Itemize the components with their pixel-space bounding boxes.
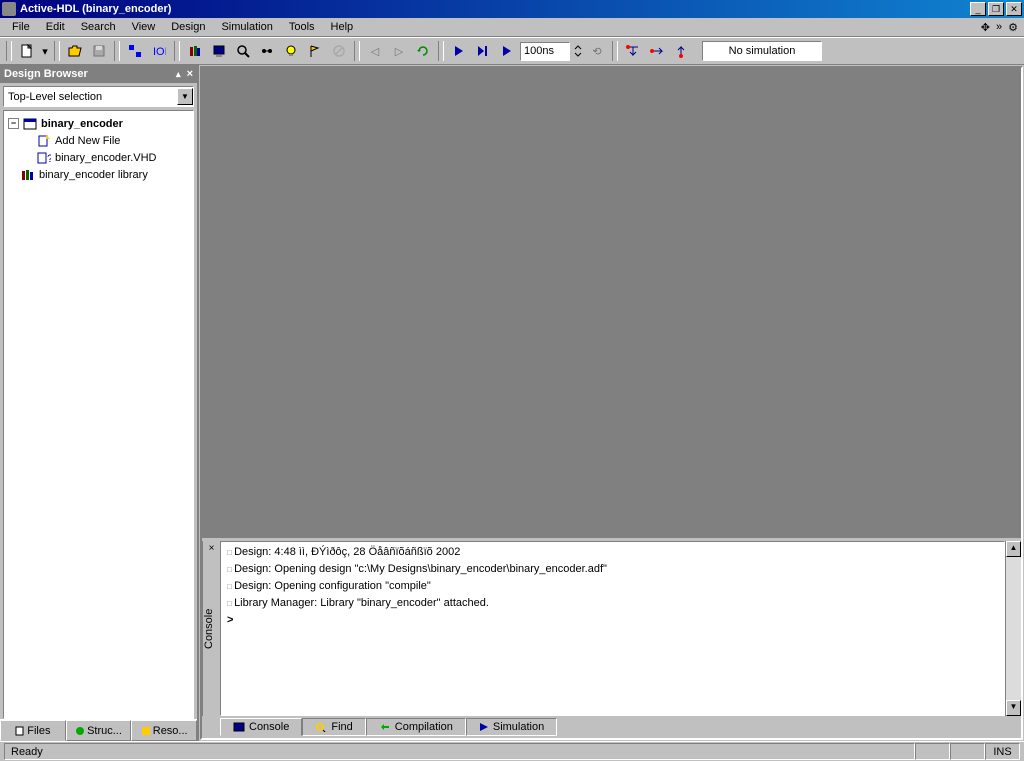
next-icon[interactable]: ▷	[388, 40, 410, 62]
menubar: File Edit Search View Design Simulation …	[0, 18, 1024, 37]
tab-structure[interactable]: Struc...	[66, 720, 132, 741]
trace-into-icon[interactable]	[622, 40, 644, 62]
tab-console[interactable]: Console	[220, 718, 302, 736]
tab-files[interactable]: Files	[0, 720, 66, 741]
time-spinner-icon[interactable]	[572, 40, 584, 62]
run-to-end-button[interactable]	[472, 40, 494, 62]
console-line: Design: Opening configuration "compile"	[227, 578, 998, 595]
stop-icon[interactable]	[328, 40, 350, 62]
content-area: Console × Design: 4:48 ìì, ÐÝìðôç, 28 Öå…	[200, 66, 1023, 740]
sidebar-title: Design Browser ▴ ×	[0, 65, 197, 83]
console-prompt[interactable]: >	[227, 612, 998, 628]
console-scrollbar[interactable]: ▲ ▼	[1005, 541, 1021, 716]
vhd-file-icon: ?	[36, 151, 52, 165]
tab-compilation[interactable]: Compilation	[366, 718, 466, 736]
workspace	[202, 68, 1021, 538]
console-close-icon[interactable]: ×	[206, 543, 217, 554]
connect-icon[interactable]	[256, 40, 278, 62]
maximize-button[interactable]: ❐	[988, 2, 1004, 16]
dropdown-arrow-icon[interactable]: ▼	[177, 88, 193, 105]
menu-view[interactable]: View	[124, 19, 164, 35]
tree-add-new[interactable]: Add New File	[8, 132, 189, 149]
design-browser-panel: Design Browser ▴ × Top-Level selection ▼…	[0, 65, 199, 741]
menu-file[interactable]: File	[4, 19, 38, 35]
refresh-icon[interactable]	[412, 40, 434, 62]
bulb-icon[interactable]	[280, 40, 302, 62]
tree-file-vhd[interactable]: ? binary_encoder.VHD	[8, 149, 189, 166]
gear-icon[interactable]: ⚙	[1006, 21, 1020, 34]
tab-find[interactable]: Find	[302, 718, 365, 736]
sidebar-tabs: Files Struc... Reso...	[0, 719, 197, 741]
scroll-up-icon[interactable]: ▲	[1006, 541, 1021, 557]
minimize-button[interactable]: _	[970, 2, 986, 16]
app-icon	[2, 2, 16, 16]
svg-text:?: ?	[47, 153, 51, 164]
menu-edit[interactable]: Edit	[38, 19, 73, 35]
console-label: Console ×	[202, 541, 220, 716]
menu-help[interactable]: Help	[323, 19, 362, 35]
scroll-down-icon[interactable]: ▼	[1006, 700, 1021, 716]
console-panel: Console × Design: 4:48 ìì, ÐÝìðôç, 28 Öå…	[202, 538, 1021, 738]
tab-resources[interactable]: Reso...	[131, 720, 197, 741]
design-icon	[22, 117, 38, 131]
console-tabs: Console Find Compilation Simulation	[202, 716, 1021, 738]
tree-root[interactable]: − binary_encoder	[8, 115, 189, 132]
blue-tool-2-icon[interactable]: IOI	[148, 40, 170, 62]
library-button[interactable]	[184, 40, 206, 62]
trace-over-icon[interactable]	[646, 40, 668, 62]
collapse-icon[interactable]: −	[8, 118, 19, 129]
status-cell-1	[915, 743, 950, 760]
console-output[interactable]: Design: 4:48 ìì, ÐÝìðôç, 28 Öåâñïõáñßïõ …	[220, 541, 1005, 716]
save-button[interactable]	[88, 40, 110, 62]
new-dropdown-icon[interactable]: ▾	[40, 40, 50, 62]
library-icon	[20, 168, 36, 182]
panel-grip-icon[interactable]: ▴	[176, 69, 183, 80]
blue-tool-1-icon[interactable]	[124, 40, 146, 62]
add-file-icon	[36, 134, 52, 148]
run-button[interactable]	[448, 40, 470, 62]
window-title: Active-HDL (binary_encoder)	[20, 3, 970, 15]
menu-tools[interactable]: Tools	[281, 19, 323, 35]
tree-library[interactable]: binary_encoder library	[8, 166, 189, 183]
more-icon[interactable]: »	[994, 21, 1004, 34]
run-all-button[interactable]	[496, 40, 518, 62]
design-tree[interactable]: − binary_encoder Add New File ? binary_e…	[3, 110, 194, 719]
tab-simulation[interactable]: Simulation	[466, 718, 557, 736]
zoom-icon[interactable]	[232, 40, 254, 62]
status-ins: INS	[985, 743, 1020, 760]
close-button[interactable]: ✕	[1006, 2, 1022, 16]
monitor-icon[interactable]	[208, 40, 230, 62]
flag-icon[interactable]	[304, 40, 326, 62]
trace-out-icon[interactable]	[670, 40, 692, 62]
open-button[interactable]	[64, 40, 86, 62]
console-line: Design: 4:48 ìì, ÐÝìðôç, 28 Öåâñïõáñßïõ …	[227, 544, 998, 561]
time-input[interactable]	[520, 42, 570, 61]
status-text: Ready	[4, 743, 915, 760]
panel-close-icon[interactable]: ×	[187, 68, 193, 80]
console-line: Design: Opening design "c:\My Designs\bi…	[227, 561, 998, 578]
menu-search[interactable]: Search	[73, 19, 124, 35]
svg-text:IOI: IOI	[153, 46, 166, 58]
toolbar: ▾ IOI ◁ ▷ ⟲ No simulation	[0, 37, 1024, 65]
menu-simulation[interactable]: Simulation	[213, 19, 280, 35]
move-icon[interactable]: ✥	[979, 21, 992, 34]
status-cell-2	[950, 743, 985, 760]
menu-design[interactable]: Design	[163, 19, 213, 35]
statusbar: Ready INS	[0, 741, 1024, 761]
simulation-status: No simulation	[702, 41, 822, 61]
new-file-button[interactable]	[16, 40, 38, 62]
prev-icon[interactable]: ◁	[364, 40, 386, 62]
top-level-dropdown[interactable]: Top-Level selection ▼	[3, 86, 194, 107]
console-line: Library Manager: Library "binary_encoder…	[227, 595, 998, 612]
restart-icon[interactable]: ⟲	[586, 40, 608, 62]
titlebar: Active-HDL (binary_encoder) _ ❐ ✕	[0, 0, 1024, 18]
